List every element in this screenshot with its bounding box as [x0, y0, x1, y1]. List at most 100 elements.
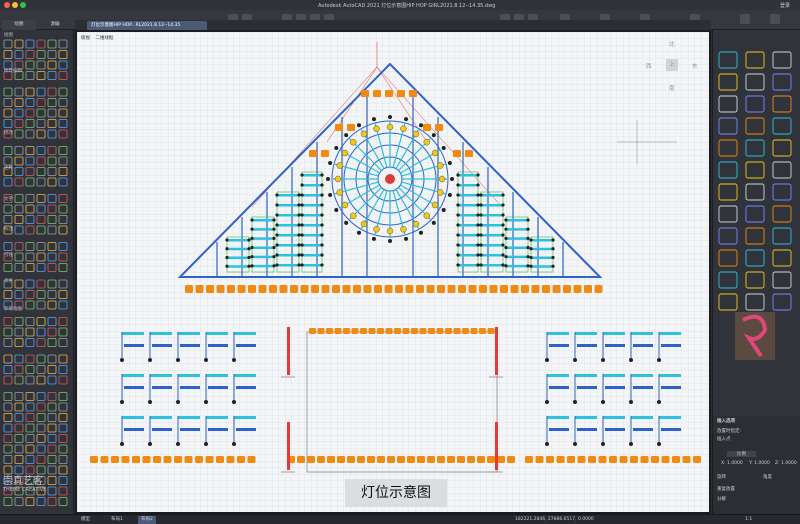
side-bar-h: [659, 416, 681, 419]
floor-fixture: [405, 285, 414, 293]
block-thumbnail: [718, 183, 738, 201]
fixture-dot: [456, 243, 460, 247]
tool-icon: [3, 263, 13, 272]
tool-icon: [58, 119, 68, 128]
minimize-window-button[interactable]: [12, 2, 18, 8]
ladder-bar: [459, 204, 477, 207]
stage-bottom-fixture: [457, 456, 465, 463]
tool-icon: [36, 108, 46, 118]
visual-style-label[interactable]: 二维线框: [95, 36, 113, 41]
insert-options-panel: 插入选项 放置时指定: 插入点 比例 X: 1.0000 Y: 1.0000 Z…: [713, 416, 800, 514]
block-thumbnail: [772, 205, 792, 223]
angle-field[interactable]: 角度: [763, 474, 772, 480]
annotation-scale[interactable]: 1:1: [742, 516, 755, 524]
zoom-window-button[interactable]: [20, 2, 26, 8]
fixture-dot: [526, 227, 530, 231]
tool-icon: [47, 327, 57, 337]
side-bar-h2: [577, 428, 597, 431]
tab-draw[interactable]: 绘图: [2, 20, 36, 30]
workspace-icon[interactable]: [740, 14, 750, 24]
section-leader-label: 引线: [4, 253, 13, 258]
stage-top-fixture: [419, 328, 427, 334]
tool-icon: [14, 215, 24, 224]
wheel-fixture-outer: [431, 133, 436, 138]
tool-icon: [58, 317, 68, 326]
ladder-bar: [303, 194, 321, 197]
viewcube[interactable]: 北 西 上 东 南: [642, 40, 702, 100]
wheel-fixture: [431, 201, 439, 209]
tool-icon: [14, 497, 24, 506]
tool-icon: [3, 215, 13, 224]
ladder-bar: [278, 264, 298, 267]
tab-model[interactable]: 模型: [78, 516, 93, 524]
tool-icon: [36, 60, 46, 70]
side-bar-h: [575, 416, 597, 419]
tool-icons-grid[interactable]: [0, 30, 74, 514]
fixture-dot: [526, 255, 530, 259]
side-bar-h2: [633, 344, 653, 347]
side-fixture: [309, 150, 317, 157]
wheel-fixture-outer: [334, 146, 339, 150]
wheel-fixture: [360, 130, 368, 138]
ladder-bar: [278, 244, 298, 247]
insertion-point-checkbox[interactable]: 插入点: [717, 436, 731, 442]
wheel-fixture-outer: [388, 115, 392, 119]
floor-fixture: [468, 285, 477, 293]
wheel-fixture: [386, 227, 394, 235]
viewport-controls[interactable]: 俯视 二维线框: [81, 35, 117, 41]
fixture-dot: [476, 253, 480, 257]
stage-bottom-fixture: [397, 456, 405, 463]
side-bar-h: [150, 416, 172, 419]
explode-checkbox[interactable]: 分解: [717, 496, 726, 502]
tool-icon: [36, 354, 46, 364]
fixture-dot: [225, 255, 229, 260]
stage-bottom-fixture: [337, 456, 345, 463]
repeat-placement-checkbox[interactable]: 重复放置: [717, 486, 735, 492]
stage-top-fixture: [309, 328, 316, 334]
file-tab[interactable]: 灯位示意图HIP HOP...RL2021.8.12--14.35: [87, 21, 207, 30]
scale-select[interactable]: 比例: [727, 451, 756, 457]
tool-icon: [36, 402, 46, 412]
tab-layout2[interactable]: 布局2: [138, 516, 156, 524]
stage-bottom-fixture: [477, 456, 485, 463]
side-fixture: [176, 400, 180, 404]
right-floor-fixture: [535, 456, 544, 463]
side-bar-h: [178, 416, 200, 419]
login-button[interactable]: 登录: [780, 2, 790, 9]
right-floor-fixture: [651, 456, 659, 463]
tool-icon: [36, 98, 46, 107]
tab-layout1[interactable]: 布局1: [108, 516, 126, 524]
side-bar-h2: [661, 386, 681, 389]
wheel-fixture-outer: [450, 177, 454, 181]
close-window-button[interactable]: [4, 2, 10, 8]
stage-bottom-fixture: [387, 456, 395, 463]
tool-icon: [25, 327, 35, 337]
tool-icon: [14, 50, 24, 59]
ladder-bar: [303, 224, 321, 227]
scale-x-field[interactable]: X: 1.0000: [721, 461, 743, 466]
left-floor-fixture: [205, 456, 214, 463]
view-top-label[interactable]: 俯视: [81, 36, 90, 41]
cad-drawing[interactable]: [77, 32, 709, 512]
wheel-fixture: [350, 212, 357, 219]
tool-icon: [58, 375, 68, 385]
tool-icon: [3, 317, 13, 326]
ladder-bar: [228, 247, 248, 251]
wheel-fixture-outer: [419, 230, 423, 235]
ladder-bar: [303, 254, 321, 257]
wheel-fixture: [400, 226, 407, 233]
scale-z-field[interactable]: Z: 1.0000: [775, 461, 797, 466]
tool-icon: [58, 497, 68, 506]
tab-edit[interactable]: 源编: [38, 20, 72, 30]
help-icon[interactable]: [770, 14, 780, 24]
floor-fixture: [552, 285, 561, 293]
scale-y-field[interactable]: Y: 1.0000: [749, 461, 770, 466]
rotation-checkbox[interactable]: 旋转: [717, 474, 726, 480]
tool-icon: [47, 365, 57, 374]
block-thumbnails[interactable]: [713, 30, 800, 416]
insert-options-header[interactable]: 插入选项: [717, 418, 735, 424]
drawing-canvas[interactable]: 俯视 二维线框 北 西 上 东 南 灯位示意图: [75, 30, 711, 514]
side-bar-h2: [549, 386, 569, 389]
compass-center[interactable]: 上: [666, 59, 678, 71]
tool-icon: [47, 60, 57, 70]
